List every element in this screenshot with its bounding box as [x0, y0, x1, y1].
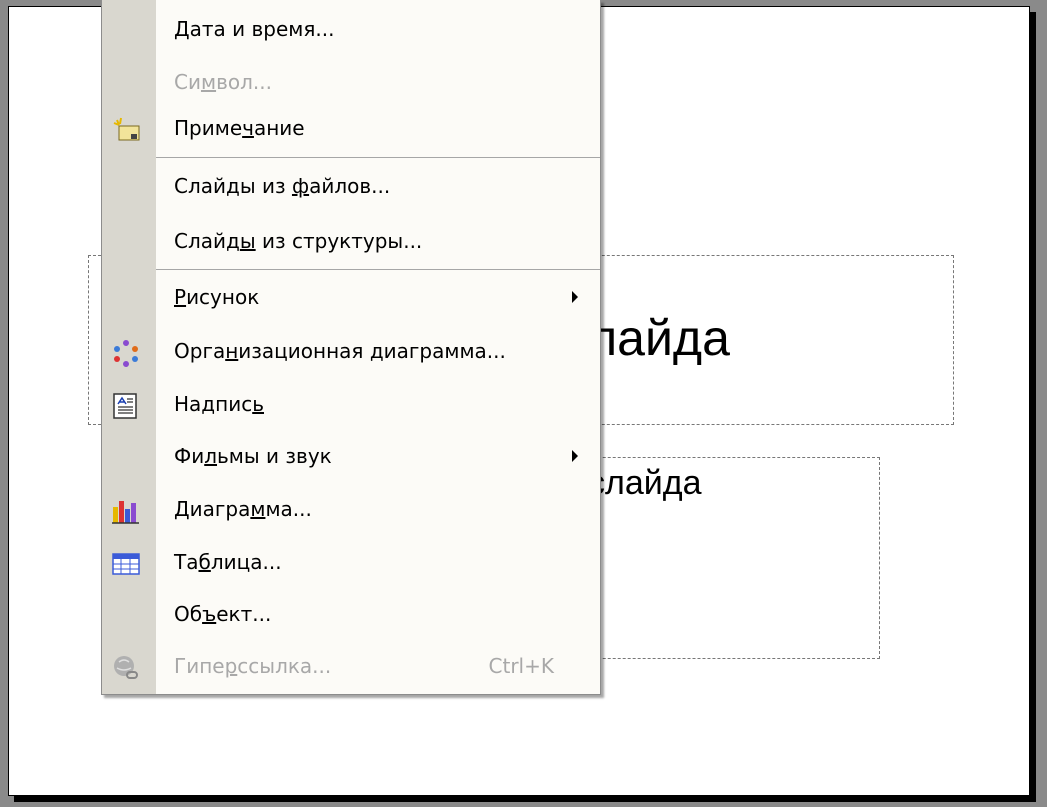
menu-item-label: Надпись	[174, 392, 264, 416]
menu-item-label: Слайды из структуры...	[174, 229, 423, 253]
menu-item-label: Гиперссылка...	[174, 654, 332, 678]
menu-item-org-chart[interactable]: Организационная диаграмма...	[102, 327, 600, 377]
submenu-arrow-icon	[572, 291, 578, 303]
menu-item-chart[interactable]: Диаграмма...	[102, 485, 600, 535]
menu-item-movies-and-sounds[interactable]: Фильмы и звук	[102, 432, 600, 482]
comment-icon	[111, 116, 141, 144]
menu-item-picture[interactable]: Рисунок	[102, 273, 600, 323]
menu-item-slides-from-files[interactable]: Слайды из файлов...	[102, 162, 600, 212]
menu-item-label: Организационная диаграмма...	[174, 339, 506, 363]
title-placeholder-text: лайда	[588, 310, 730, 366]
menu-item-label: Рисунок	[174, 285, 260, 309]
insert-menu[interactable]: Дата и время... Символ... Примечание Сла…	[101, 0, 601, 695]
menu-item-symbol[interactable]: Символ...	[102, 58, 600, 108]
menu-item-label: Слайды из файлов...	[174, 174, 391, 198]
table-icon	[111, 550, 141, 578]
org-chart-icon	[111, 339, 141, 367]
menu-item-label: Таблица...	[174, 550, 282, 574]
menu-item-comment[interactable]: Примечание	[102, 104, 600, 154]
menu-item-hyperlink[interactable]: Гиперссылка... Ctrl+K	[102, 642, 600, 692]
menu-item-label: Примечание	[174, 116, 305, 140]
menu-item-label: Объект...	[174, 602, 272, 626]
menu-item-date-time[interactable]: Дата и время...	[102, 5, 600, 55]
menu-separator	[156, 269, 600, 270]
hyperlink-icon	[111, 654, 141, 682]
menu-item-label: Фильмы и звук	[174, 444, 332, 468]
chart-icon	[111, 497, 141, 525]
menu-separator	[156, 157, 600, 158]
subtitle-placeholder-text: слайда	[588, 464, 702, 502]
menu-item-shortcut: Ctrl+K	[488, 654, 554, 678]
menu-item-label: Дата и время...	[174, 17, 335, 41]
text-box-icon	[111, 392, 141, 420]
menu-item-text-box[interactable]: Надпись	[102, 380, 600, 430]
menu-item-label: Диаграмма...	[174, 497, 312, 521]
submenu-arrow-icon	[572, 450, 578, 462]
menu-item-object[interactable]: Объект...	[102, 590, 600, 640]
menu-item-label: Символ...	[174, 70, 272, 94]
menu-item-table[interactable]: Таблица...	[102, 538, 600, 588]
menu-item-slides-from-outline[interactable]: Слайды из структуры...	[102, 217, 600, 267]
